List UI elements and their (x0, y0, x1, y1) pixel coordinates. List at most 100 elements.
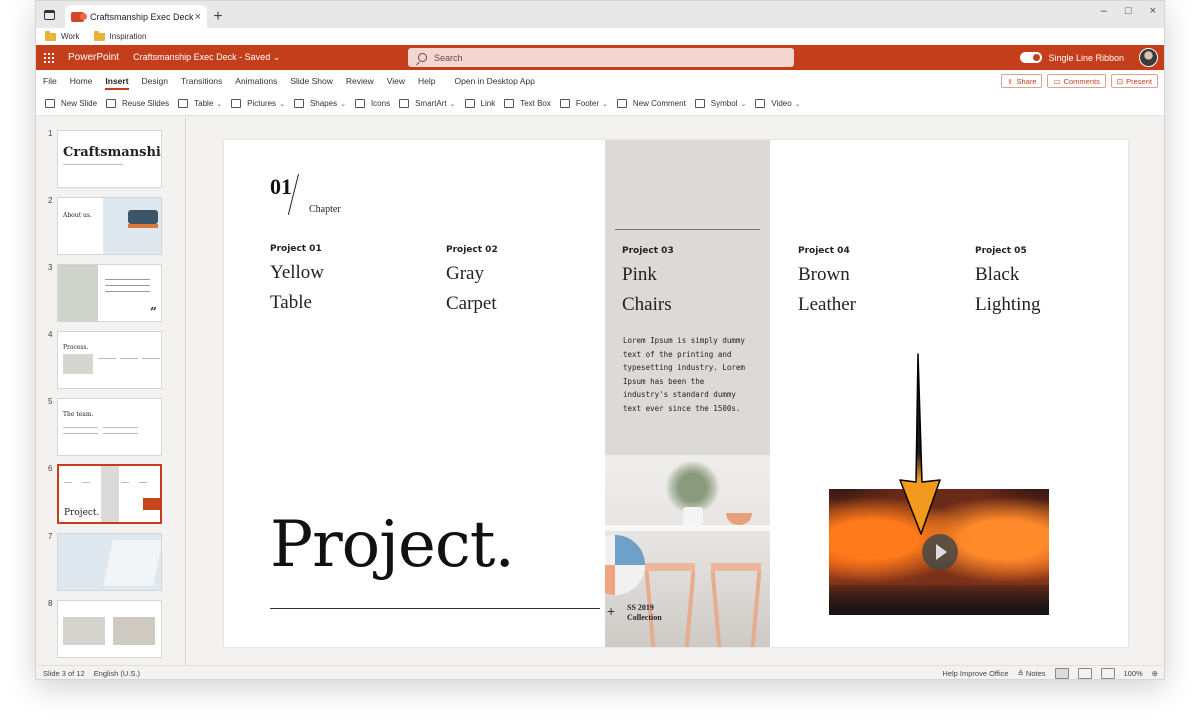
slide-thumbnail-1[interactable]: Craftsmanship. (57, 130, 162, 188)
reading-view-button[interactable] (1100, 668, 1115, 679)
project-03[interactable]: Project 03 Pink Chairs (622, 246, 674, 320)
picture-icon (231, 99, 242, 108)
minimize-button[interactable]: – (1101, 5, 1107, 17)
chevron-down-icon: ⌄ (794, 100, 801, 108)
chapter-label[interactable]: Chapter (309, 204, 341, 215)
thumb-number: 3 (48, 263, 53, 272)
normal-view-button[interactable] (1054, 668, 1069, 679)
plus-icon: + (607, 603, 616, 619)
footer-button[interactable]: Footer ⌄ (559, 99, 608, 108)
tab-home[interactable]: Home (70, 70, 93, 92)
present-icon: ⊡ (1116, 76, 1124, 86)
tab-review[interactable]: Review (346, 70, 374, 92)
pictures-button[interactable]: Pictures ⌄ (231, 99, 285, 108)
thumb-number: 4 (48, 330, 53, 339)
app-header: PowerPoint Craftsmanship Exec Deck - Sav… (36, 45, 1164, 70)
toggle-switch[interactable] (1020, 52, 1043, 63)
tab-close-icon[interactable]: × (195, 11, 201, 23)
project-05[interactable]: Project 05 Black Lighting (975, 246, 1040, 320)
icons-button[interactable]: Icons (354, 99, 390, 108)
tab-design[interactable]: Design (142, 70, 168, 92)
table-icon (178, 99, 189, 108)
app-launcher-icon[interactable] (36, 52, 62, 63)
fit-slide-icon[interactable]: ⊕ (1152, 669, 1158, 678)
slide-thumbnail-4[interactable]: Process. (57, 331, 162, 389)
chevron-down-icon: ⌄ (449, 100, 456, 108)
project-03-column[interactable]: Lorem Ipsum is simply dummy text of the … (605, 140, 770, 647)
chairs-photo[interactable]: + SS 2019 Collection (605, 455, 770, 647)
tab-insert[interactable]: Insert (105, 70, 129, 92)
app-name[interactable]: PowerPoint (68, 52, 119, 63)
collection-label[interactable]: SS 2019 Collection (627, 603, 662, 623)
help-improve-office[interactable]: Help Improve Office (942, 669, 1008, 678)
thumb-number: 2 (48, 196, 53, 205)
maximize-button[interactable]: □ (1125, 5, 1132, 17)
avatar[interactable] (1139, 48, 1158, 67)
document-name[interactable]: Craftsmanship Exec Deck - Saved ⌄ (133, 52, 280, 63)
thumb-number: 7 (48, 532, 53, 541)
new-slide-button[interactable]: New Slide (45, 99, 97, 108)
new-tab-button[interactable]: + (207, 5, 229, 28)
language-indicator[interactable]: English (U.S.) (94, 669, 140, 678)
bookmark-inspiration[interactable]: Inspiration (93, 30, 146, 41)
shapes-button[interactable]: Shapes ⌄ (293, 99, 346, 108)
slide-counter: Slide 3 of 12 (43, 669, 85, 678)
table-button[interactable]: Table ⌄ (178, 99, 222, 108)
tab-transitions[interactable]: Transitions (181, 70, 222, 92)
comments-button[interactable]: ▭ Comments (1047, 74, 1106, 88)
status-right: Help Improve Office ≙ Notes 100% ⊕ (942, 668, 1158, 679)
tab-animations[interactable]: Animations (235, 70, 277, 92)
symbol-button[interactable]: Symbol ⌄ (694, 99, 746, 108)
notes-button[interactable]: ≙ Notes (1018, 669, 1046, 678)
browser-tab-bar: Craftsmanship Exec Deck × + – □ × (36, 1, 1164, 28)
slide-thumbnail-5[interactable]: The team. (57, 398, 162, 456)
text-box-button[interactable]: Text Box (504, 99, 551, 108)
slide-canvas[interactable]: 01 Chapter Lorem Ipsum is simply dummy t… (224, 140, 1128, 647)
project-02[interactable]: Project 02 Gray Carpet (446, 245, 498, 319)
present-button[interactable]: ⊡ Present (1110, 74, 1158, 88)
link-button[interactable]: Link (464, 99, 495, 108)
footer-icon (559, 99, 570, 108)
slide-thumbnail-2[interactable]: About us. (57, 197, 162, 255)
window-menu-icon[interactable] (36, 1, 62, 28)
slide-thumbnail-6[interactable]: Project. (57, 464, 162, 524)
single-line-ribbon-toggle[interactable]: Single Line Ribbon (1020, 52, 1124, 63)
tab-slide-show[interactable]: Slide Show (290, 70, 333, 92)
play-icon[interactable] (922, 534, 958, 570)
zoom-level[interactable]: 100% (1124, 669, 1143, 678)
project-01[interactable]: Project 01 Yellow Table (270, 244, 324, 318)
slide-sorter-button[interactable] (1077, 668, 1092, 679)
new-comment-button[interactable]: New Comment (616, 99, 686, 108)
slide-thumbnail-3[interactable]: ” (57, 264, 162, 322)
pane-divider[interactable] (185, 117, 186, 665)
smartart-button[interactable]: SmartArt ⌄ (399, 99, 456, 108)
text-box-icon (504, 99, 515, 108)
column-rule (615, 229, 760, 230)
open-in-desktop-app[interactable]: Open in Desktop App (455, 70, 535, 92)
chevron-down-icon: ⌄ (216, 100, 223, 108)
lorem-text[interactable]: Lorem Ipsum is simply dummy text of the … (623, 334, 745, 415)
smartart-icon (399, 99, 410, 108)
search-icon (418, 53, 427, 62)
tab-view[interactable]: View (387, 70, 405, 92)
slide-thumbnail-7[interactable] (57, 533, 162, 591)
tab-help[interactable]: Help (418, 70, 435, 92)
video-button[interactable]: Video ⌄ (755, 99, 801, 108)
reuse-slides-button[interactable]: Reuse Slides (106, 99, 169, 108)
project-04[interactable]: Project 04 Brown Leather (798, 246, 856, 320)
browser-tab[interactable]: Craftsmanship Exec Deck × (65, 5, 207, 28)
slide-thumbnail-pane: 1 Craftsmanship. 2 About us. 3 ” 4 Proce… (36, 117, 178, 665)
chevron-down-icon: ⌄ (340, 100, 346, 108)
tab-title: Craftsmanship Exec Deck (90, 11, 194, 22)
bookmark-work[interactable]: Work (45, 30, 80, 41)
chapter-number[interactable]: 01 (270, 174, 292, 200)
slide-thumbnail-8[interactable] (57, 600, 162, 658)
header-actions: ⇪ Share ▭ Comments ⊡ Present (1001, 74, 1158, 88)
slide-title[interactable]: Project. (270, 508, 515, 582)
close-window-button[interactable]: × (1150, 5, 1156, 17)
stage (829, 585, 1049, 615)
search-box[interactable]: Search (408, 48, 794, 67)
share-button[interactable]: ⇪ Share (1001, 74, 1043, 88)
tab-file[interactable]: File (43, 70, 57, 92)
reuse-slides-icon (106, 99, 117, 108)
